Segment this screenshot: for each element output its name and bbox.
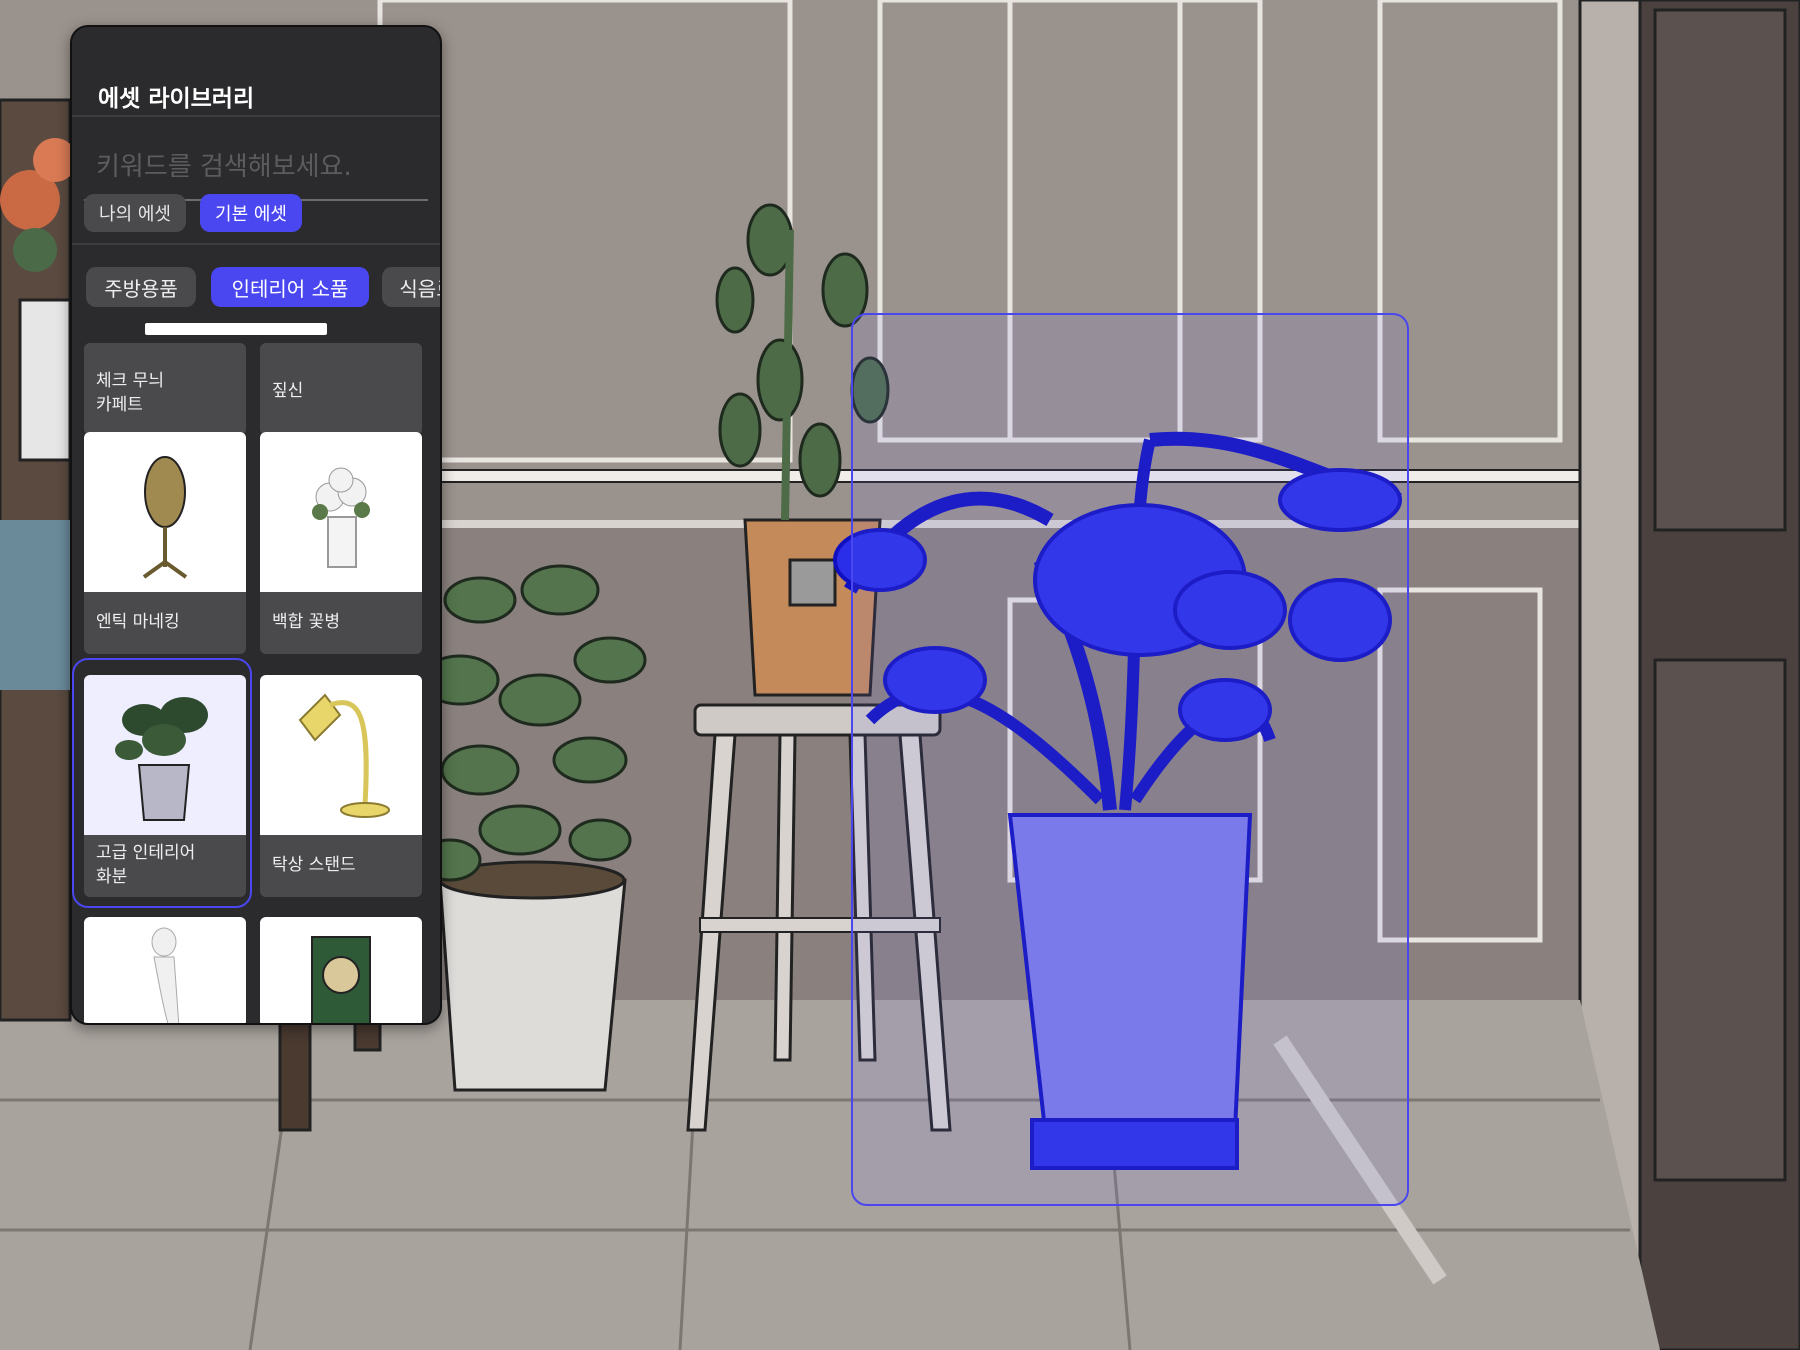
tab-my-assets[interactable]: 나의 에셋 [84,194,186,232]
category-food[interactable]: 식음료 [382,267,440,307]
asset-card[interactable]: 엔틱 마네킹 [84,432,246,654]
clock-icon [311,936,371,1023]
asset-thumbnail [84,432,246,592]
asset-card[interactable] [84,917,246,1023]
asset-thumbnail [84,675,246,835]
divider [72,243,440,245]
potted-plant-icon [115,697,208,821]
divider [72,115,440,117]
statue-icon [151,927,180,1023]
category-scroll-thumb[interactable] [145,323,327,335]
asset-label: 백합 꽃병 [272,612,340,632]
asset-thumbnail [260,432,422,592]
asset-card[interactable]: 체크 무늬 카페트 [84,343,246,435]
asset-label: 탁상 스탠드 [272,855,356,875]
asset-card[interactable]: 백합 꽃병 [260,432,422,654]
asset-card[interactable]: 탁상 스탠드 [260,675,422,897]
lily-vase-icon [312,467,370,568]
desk-lamp-icon [298,693,390,818]
search-field[interactable] [84,135,428,201]
asset-thumbnail [84,917,246,1023]
asset-label: 엔틱 마네킹 [96,612,180,632]
search-input[interactable] [84,135,428,199]
asset-label: 고급 인테리어 화분 [96,843,196,887]
mannequin-icon [142,456,188,579]
asset-card[interactable]: 짚신 [260,343,422,435]
selection-bounding-box[interactable] [851,313,1409,1206]
asset-card-selected[interactable]: 고급 인테리어 화분 [84,675,246,897]
panel-title: 에셋 라이브러리 [98,86,255,112]
asset-thumbnail [260,675,422,835]
asset-label: 체크 무늬 카페트 [96,371,164,415]
asset-card[interactable] [260,917,422,1023]
asset-library-panel: 에셋 라이브러리 나의 에셋 기본 에셋 주방용품 인테리어 소품 식음료 체크… [70,25,442,1025]
tab-default-assets[interactable]: 기본 에셋 [200,194,302,232]
category-interior[interactable]: 인테리어 소품 [211,267,369,307]
asset-label: 짚신 [272,381,304,401]
category-kitchen[interactable]: 주방용품 [86,267,196,307]
asset-thumbnail [260,917,422,1023]
